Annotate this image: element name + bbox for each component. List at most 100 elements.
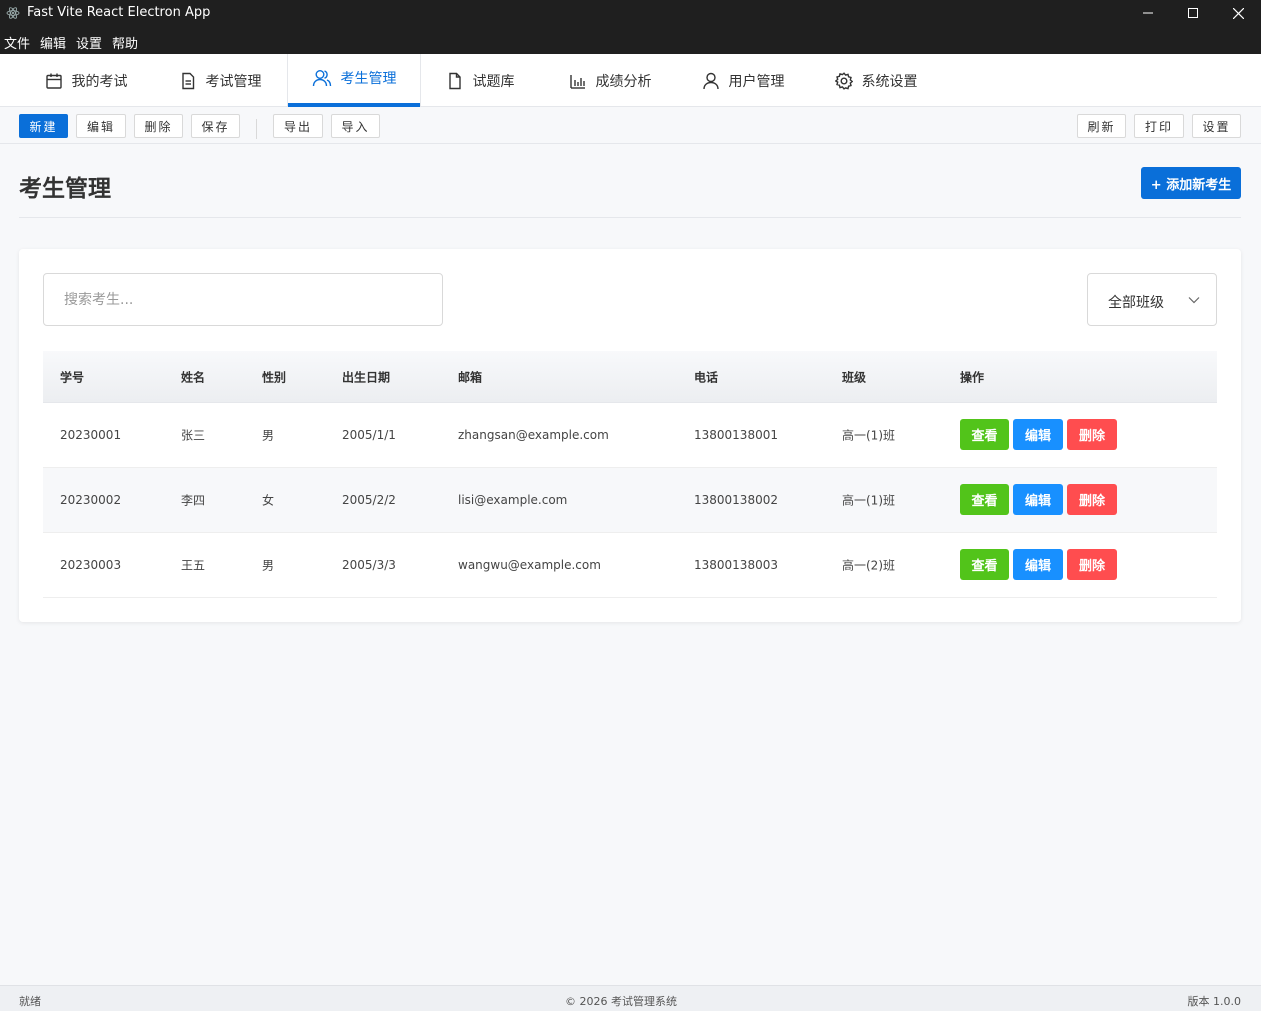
- header-phone: 电话: [694, 370, 719, 384]
- cell-gender: 男: [262, 428, 275, 443]
- chevron-down-icon: [1188, 297, 1200, 304]
- tab-label: 用户管理: [728, 73, 785, 90]
- cell-name: 李四: [181, 493, 206, 508]
- tab-user-management[interactable]: 用户管理: [683, 54, 803, 107]
- cell-gender: 男: [262, 558, 275, 573]
- row-edit-button[interactable]: 编辑: [1013, 484, 1063, 515]
- tab-label: 考生管理: [340, 70, 397, 87]
- tab-label: 考试管理: [205, 73, 262, 90]
- action-toolbar: 新建 编辑 删除 保存 导出 导入 刷新 打印 设置: [0, 107, 1261, 144]
- minimize-button[interactable]: [1125, 0, 1171, 26]
- students-card: 全部班级 学号 姓名 性别 出生日期 邮箱 电话 班级 操作 20230001 …: [19, 249, 1241, 622]
- tab-label: 我的考试: [71, 73, 128, 90]
- document-icon: [181, 72, 194, 89]
- header-divider: [19, 217, 1241, 218]
- cell-student-id: 20230002: [60, 493, 122, 507]
- refresh-button[interactable]: 刷新: [1077, 114, 1126, 138]
- cell-email: wangwu@example.com: [458, 558, 601, 572]
- toolbar-divider: [256, 119, 257, 139]
- minimize-icon: [1143, 12, 1153, 14]
- print-button[interactable]: 打印: [1134, 114, 1184, 138]
- class-filter-value: 全部班级: [1108, 295, 1164, 311]
- tab-label: 试题库: [472, 73, 515, 90]
- tab-student-management[interactable]: 考生管理: [287, 54, 421, 107]
- cell-class: 高一(1)班: [842, 493, 895, 508]
- row-edit-button[interactable]: 编辑: [1013, 419, 1063, 450]
- cell-email: zhangsan@example.com: [458, 428, 609, 442]
- header-name: 姓名: [181, 370, 206, 384]
- cell-student-id: 20230001: [60, 428, 122, 442]
- file-icon: [448, 72, 461, 89]
- view-button[interactable]: 查看: [960, 484, 1009, 515]
- cell-birthdate: 2005/1/1: [342, 428, 396, 442]
- close-button[interactable]: [1215, 0, 1261, 26]
- settings-button[interactable]: 设置: [1192, 114, 1241, 138]
- cell-student-id: 20230003: [60, 558, 122, 572]
- table-row: 20230001 张三 男 2005/1/1 zhangsan@example.…: [43, 403, 1217, 468]
- main-tab-nav: 我的考试 考试管理 考生管理 试题库 成绩分析 用户管理 系统设置: [0, 54, 1261, 107]
- version-text: 版本 1.0.0: [1187, 995, 1242, 1008]
- cell-name: 张三: [181, 428, 206, 443]
- tab-exam-management[interactable]: 考试管理: [160, 54, 280, 107]
- status-bar: 就绪 © 2026 考试管理系统 版本 1.0.0: [0, 985, 1261, 1011]
- cell-birthdate: 2005/3/3: [342, 558, 396, 572]
- cell-phone: 13800138001: [694, 428, 778, 442]
- import-button[interactable]: 导入: [331, 114, 380, 138]
- menu-bar: 文件 编辑 设置 帮助: [0, 26, 1261, 54]
- cell-phone: 13800138003: [694, 558, 778, 572]
- menu-help[interactable]: 帮助: [112, 33, 138, 52]
- export-button[interactable]: 导出: [273, 114, 323, 138]
- edit-button[interactable]: 编辑: [76, 114, 126, 138]
- cell-gender: 女: [262, 493, 275, 508]
- menu-file[interactable]: 文件: [4, 33, 30, 52]
- header-birthdate: 出生日期: [342, 370, 391, 384]
- header-student-id: 学号: [60, 370, 85, 384]
- cell-class: 高一(1)班: [842, 428, 895, 443]
- window-title: Fast Vite React Electron App: [27, 5, 211, 20]
- status-text: 就绪: [19, 995, 41, 1008]
- title-bar: Fast Vite React Electron App: [0, 0, 1261, 26]
- tab-question-bank[interactable]: 试题库: [430, 54, 530, 107]
- cell-email: lisi@example.com: [458, 493, 568, 507]
- copyright-text: © 2026 考试管理系统: [565, 995, 677, 1008]
- cell-birthdate: 2005/2/2: [342, 493, 396, 507]
- header-gender: 性别: [262, 370, 287, 384]
- maximize-button[interactable]: [1170, 0, 1216, 26]
- tab-my-exams[interactable]: 我的考试: [26, 54, 146, 107]
- tab-label: 系统设置: [861, 73, 918, 90]
- table-row: 20230003 王五 男 2005/3/3 wangwu@example.co…: [43, 533, 1217, 598]
- search-input[interactable]: [43, 273, 443, 326]
- tab-score-analysis[interactable]: 成绩分析: [550, 54, 670, 107]
- tab-label: 成绩分析: [595, 73, 652, 90]
- row-delete-button[interactable]: 删除: [1067, 419, 1117, 450]
- cell-phone: 13800138002: [694, 493, 778, 507]
- row-edit-button[interactable]: 编辑: [1013, 549, 1063, 580]
- save-button[interactable]: 保存: [191, 114, 240, 138]
- row-delete-button[interactable]: 删除: [1067, 484, 1117, 515]
- calendar-icon: [45, 73, 62, 89]
- page-title: 考生管理: [19, 176, 111, 202]
- new-button[interactable]: 新建: [19, 114, 68, 138]
- header-actions: 操作: [960, 370, 985, 384]
- cell-name: 王五: [181, 558, 206, 573]
- add-student-button[interactable]: + 添加新考生: [1141, 167, 1241, 199]
- cell-class: 高一(2)班: [842, 558, 895, 573]
- view-button[interactable]: 查看: [960, 419, 1009, 450]
- user-icon: [702, 72, 719, 89]
- menu-edit[interactable]: 编辑: [40, 33, 66, 52]
- electron-app-icon: [6, 7, 20, 19]
- gear-icon: [834, 71, 853, 90]
- class-filter-select[interactable]: 全部班级: [1087, 273, 1217, 326]
- menu-settings[interactable]: 设置: [76, 33, 102, 52]
- bar-chart-icon: [569, 74, 585, 89]
- header-class: 班级: [842, 370, 867, 384]
- tab-system-settings[interactable]: 系统设置: [816, 54, 936, 107]
- view-button[interactable]: 查看: [960, 549, 1009, 580]
- header-email: 邮箱: [458, 370, 483, 384]
- table-row: 20230002 李四 女 2005/2/2 lisi@example.com …: [43, 468, 1217, 533]
- delete-button[interactable]: 删除: [134, 114, 183, 138]
- row-delete-button[interactable]: 删除: [1067, 549, 1117, 580]
- table-header: 学号 姓名 性别 出生日期 邮箱 电话 班级 操作: [43, 351, 1217, 403]
- close-icon: [1232, 7, 1244, 19]
- users-icon: [312, 69, 331, 86]
